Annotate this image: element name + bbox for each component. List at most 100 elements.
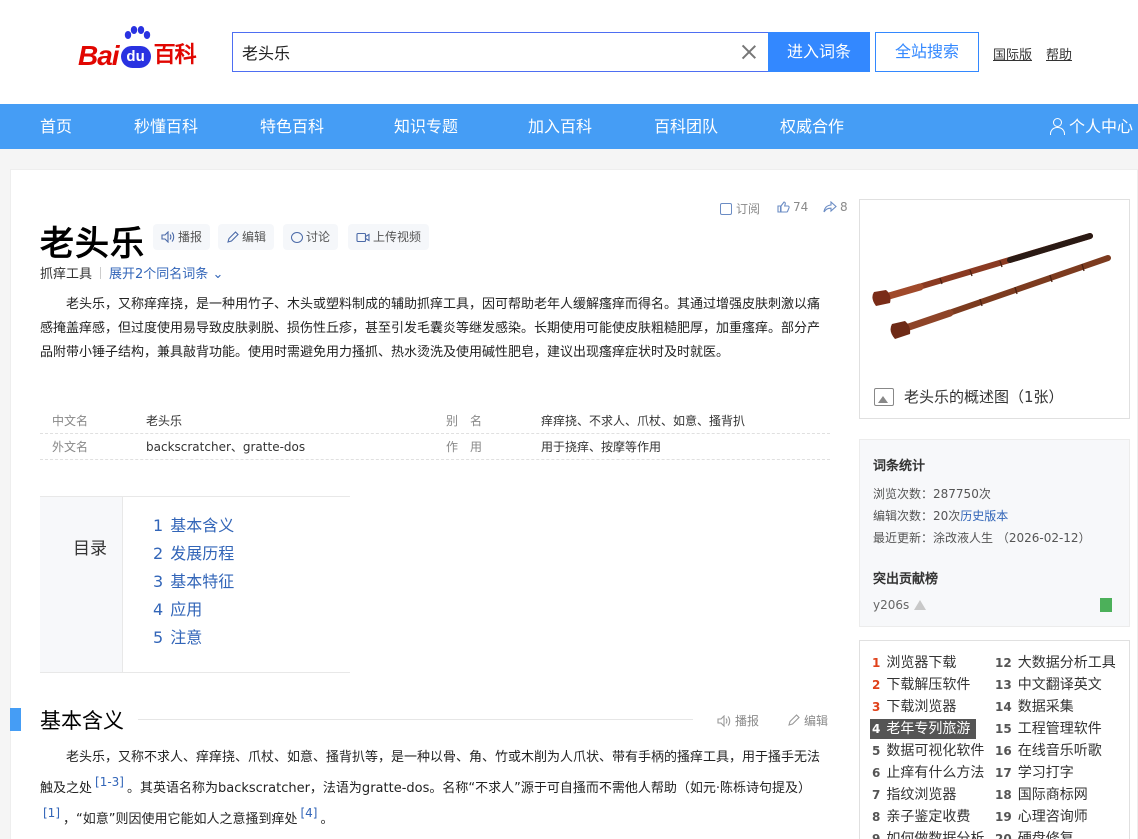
hot-item[interactable]: 9 如何做数据分析 bbox=[872, 829, 984, 839]
reference-link[interactable]: [1] bbox=[43, 806, 60, 820]
user-center-label: 个人中心 bbox=[1069, 117, 1134, 136]
international-link[interactable]: 国际版 bbox=[993, 44, 1032, 63]
pencil-icon bbox=[788, 714, 800, 726]
contributor-item[interactable]: y206s bbox=[873, 598, 927, 612]
section-divider bbox=[138, 719, 693, 720]
share-button[interactable]: 8 bbox=[823, 200, 848, 214]
hot-rank: 2 bbox=[872, 678, 881, 692]
toc-number: 2 bbox=[153, 544, 164, 563]
hot-rank: 1 bbox=[872, 656, 881, 670]
hot-item[interactable]: 14 数据采集 bbox=[995, 697, 1074, 717]
hot-item[interactable]: 3 下载浏览器 bbox=[872, 697, 956, 717]
nav-item-team[interactable]: 百科团队 bbox=[654, 104, 718, 149]
hot-item[interactable]: 16 在线音乐听歌 bbox=[995, 741, 1102, 761]
hot-item[interactable]: 19 心理咨询师 bbox=[995, 807, 1088, 827]
section-edit-label: 编辑 bbox=[804, 714, 829, 728]
badge-icon bbox=[1100, 598, 1112, 612]
subscribe-button[interactable]: 订阅 bbox=[720, 200, 760, 217]
hot-label: 如何做数据分析 bbox=[886, 831, 985, 839]
baike-logo[interactable]: Bai du 百科 bbox=[78, 26, 223, 70]
toc-item[interactable]: 3 基本特征 bbox=[153, 568, 350, 596]
paw-icon bbox=[124, 26, 150, 39]
toc-label: 基本含义 bbox=[170, 516, 235, 535]
hot-item[interactable]: 12 大数据分析工具 bbox=[995, 653, 1116, 673]
edit-button[interactable]: 编辑 bbox=[218, 224, 275, 250]
toc-item[interactable]: 2 发展历程 bbox=[153, 540, 350, 568]
toc-item[interactable]: 1 基本含义 bbox=[153, 512, 350, 540]
backscratcher-image[interactable] bbox=[860, 200, 1129, 376]
toc-title: 目录 bbox=[73, 539, 107, 559]
like-button[interactable]: 74 bbox=[777, 200, 808, 214]
info-row: 中文名 老头乐 别 名 痒痒挠、不求人、爪杖、如意、搔背扒 bbox=[40, 408, 830, 434]
stats-title: 词条统计 bbox=[873, 459, 926, 474]
hot-item[interactable]: 4 老年专列旅游 bbox=[870, 719, 977, 739]
hot-rank: 9 bbox=[872, 832, 881, 839]
share-count: 8 bbox=[840, 200, 848, 214]
expand-homonyms-link[interactable]: 展开2个同名词条 ⌄ bbox=[109, 263, 223, 282]
section-marker bbox=[10, 708, 21, 731]
toc-number: 4 bbox=[153, 600, 164, 619]
toc-item[interactable]: 5 注意 bbox=[153, 624, 350, 652]
enter-entry-button[interactable]: 进入词条 bbox=[768, 32, 870, 72]
logo-du-text: du bbox=[120, 46, 151, 68]
upload-video-button[interactable]: 上传视频 bbox=[348, 224, 430, 250]
help-link[interactable]: 帮助 bbox=[1046, 44, 1072, 63]
section-title: 基本含义 bbox=[40, 709, 124, 733]
section-play-button[interactable]: 播报 bbox=[717, 712, 759, 729]
nav-item-miaodong[interactable]: 秒懂百科 bbox=[134, 104, 198, 149]
search-input[interactable] bbox=[233, 33, 740, 71]
hot-item[interactable]: 2 下载解压软件 bbox=[872, 675, 970, 695]
image-caption[interactable]: 老头乐的概述图（1张） bbox=[860, 376, 1129, 418]
hot-rank: 18 bbox=[995, 788, 1012, 802]
discuss-button[interactable]: 讨论 bbox=[283, 224, 339, 250]
like-count: 74 bbox=[793, 200, 809, 214]
hot-label: 数据采集 bbox=[1017, 699, 1074, 715]
hot-item[interactable]: 8 亲子鉴定收费 bbox=[872, 807, 970, 827]
hot-item[interactable]: 1 浏览器下载 bbox=[872, 653, 956, 673]
toc-label: 基本特征 bbox=[170, 572, 235, 591]
logo-bai-text: Bai bbox=[78, 40, 120, 71]
reference-link[interactable]: [1-3] bbox=[95, 775, 124, 789]
site-search-button[interactable]: 全站搜索 bbox=[875, 32, 979, 72]
hot-item[interactable]: 20 硬盘修复 bbox=[995, 829, 1074, 839]
hot-label: 数据可视化软件 bbox=[886, 743, 985, 759]
hot-item[interactable]: 5 数据可视化软件 bbox=[872, 741, 984, 761]
history-version-link[interactable]: 历史版本 bbox=[960, 509, 1008, 523]
entry-title: 老头乐 bbox=[40, 224, 145, 264]
hot-label: 浏览器下载 bbox=[886, 655, 957, 671]
hot-label: 中文翻译英文 bbox=[1017, 677, 1102, 693]
hot-rank: 19 bbox=[995, 810, 1012, 824]
hot-item[interactable]: 13 中文翻译英文 bbox=[995, 675, 1102, 695]
toc-item[interactable]: 4 应用 bbox=[153, 596, 350, 624]
logo-paw: du bbox=[119, 26, 153, 70]
nav-item-join[interactable]: 加入百科 bbox=[528, 104, 592, 149]
section-play-label: 播报 bbox=[735, 714, 760, 728]
nav-item-topics[interactable]: 知识专题 bbox=[394, 104, 458, 149]
hot-item[interactable]: 7 指纹浏览器 bbox=[872, 785, 956, 805]
hot-rank: 12 bbox=[995, 656, 1012, 670]
reference-link[interactable]: [4] bbox=[300, 806, 317, 820]
nav-item-cooperation[interactable]: 权威合作 bbox=[780, 104, 844, 149]
entry-stats-card: 词条统计 浏览次数：287750次 编辑次数：20次历史版本 最近更新：涂改液人… bbox=[859, 439, 1130, 627]
hot-search-list: 1 浏览器下载 2 下载解压软件 3 下载浏览器 4 老年专列旅游 5 数据可视化软件 6… bbox=[859, 640, 1130, 839]
clear-icon[interactable] bbox=[740, 43, 758, 61]
user-center-link[interactable]: 个人中心 bbox=[1050, 104, 1133, 149]
user-icon bbox=[1050, 118, 1065, 135]
hot-item[interactable]: 6 止痒有什么方法 bbox=[872, 763, 984, 783]
warning-icon bbox=[914, 600, 927, 610]
info-row: 外文名 backscratcher、gratte-dos 作 用 用于挠痒、按摩… bbox=[40, 434, 830, 460]
section-edit-button[interactable]: 编辑 bbox=[787, 712, 828, 729]
chevron-down-icon: ⌄ bbox=[212, 267, 224, 282]
stats-label: 编辑次数： bbox=[873, 509, 934, 523]
nav-item-home[interactable]: 首页 bbox=[40, 104, 72, 149]
hot-label: 止痒有什么方法 bbox=[886, 765, 985, 781]
summary-image-card[interactable]: 老头乐的概述图（1张） bbox=[859, 199, 1130, 419]
hot-item[interactable]: 15 工程管理软件 bbox=[995, 719, 1102, 739]
play-audio-button[interactable]: 播报 bbox=[153, 224, 211, 250]
nav-item-featured[interactable]: 特色百科 bbox=[260, 104, 324, 149]
hot-item[interactable]: 18 国际商标网 bbox=[995, 785, 1088, 805]
bookmark-icon bbox=[720, 202, 732, 215]
hot-rank: 3 bbox=[872, 700, 881, 714]
hot-item[interactable]: 17 学习打字 bbox=[995, 763, 1074, 783]
basic-info-table: 中文名 老头乐 别 名 痒痒挠、不求人、爪杖、如意、搔背扒 外文名 backsc… bbox=[40, 408, 830, 460]
